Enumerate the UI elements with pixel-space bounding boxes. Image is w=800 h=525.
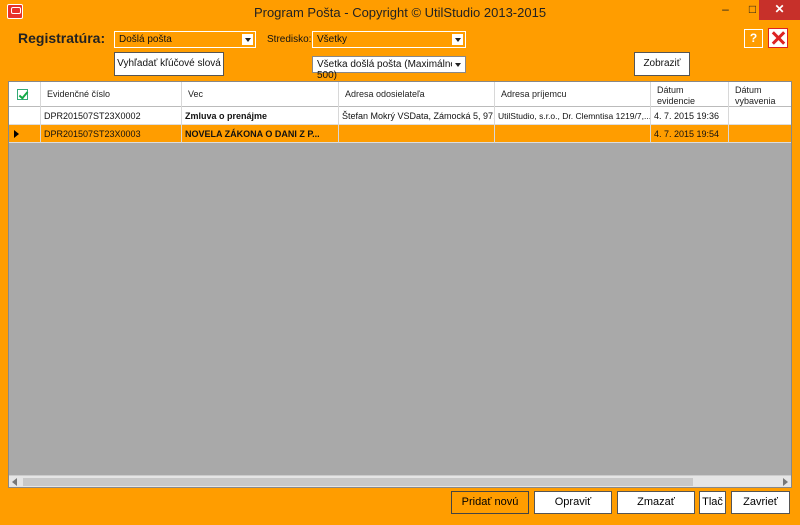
title-bar: Program Pošta - Copyright © UtilStudio 2… — [0, 0, 800, 24]
table-header: Evidenčné číslo Vec Adresa odosielateľa … — [9, 82, 791, 107]
cell-datum-vybavenia — [729, 107, 791, 125]
table-row[interactable]: DPR201507ST23X0002 Zmluva o prenájme Šte… — [9, 107, 791, 125]
close-app-button[interactable] — [768, 28, 788, 48]
close-button[interactable]: Zavrieť — [731, 491, 790, 514]
delete-button[interactable]: Zmazať — [617, 491, 695, 514]
scrollbar-thumb[interactable] — [23, 478, 693, 486]
column-header[interactable]: Vec — [182, 82, 339, 107]
footer-toolbar: Pridať novú Opraviť Zmazať Tlač Zavrieť — [0, 488, 800, 525]
window-title: Program Pošta - Copyright © UtilStudio 2… — [253, 5, 547, 20]
registratura-label: Registratúra: — [18, 30, 106, 46]
edit-button[interactable]: Opraviť — [534, 491, 612, 514]
filter-select[interactable]: Všetka došlá pošta (Maximálne 500) — [312, 56, 466, 81]
stredisko-select[interactable]: Všetky — [312, 31, 466, 48]
column-header[interactable]: Evidenčné číslo — [41, 82, 182, 107]
row-indicator — [9, 107, 41, 125]
column-header[interactable]: Dátum evidencie — [651, 82, 729, 107]
current-row-arrow-icon — [14, 130, 19, 138]
cell-adresa-odosielatela — [339, 125, 495, 143]
cell-vec: NOVELA ZÁKONA O DANI Z P... — [182, 125, 339, 143]
stredisko-value: Všetky — [317, 34, 348, 45]
cell-datum-evidencie: 4. 7. 2015 19:36 — [651, 107, 729, 125]
select-all-header[interactable] — [9, 82, 41, 107]
help-button[interactable]: ? — [744, 29, 763, 48]
column-header[interactable]: Adresa odosielateľa — [339, 82, 495, 107]
cell-vec: Zmluva o prenájme — [182, 107, 339, 125]
column-header[interactable]: Dátum vybavenia — [729, 82, 791, 107]
select-all-checkbox[interactable] — [17, 89, 28, 100]
search-keywords-button[interactable]: Vyhľadať kľúčové slová — [114, 52, 224, 76]
print-button[interactable]: Tlač — [699, 491, 726, 514]
add-new-button[interactable]: Pridať novú — [451, 491, 529, 514]
column-header[interactable]: Adresa príjemcu — [495, 82, 651, 107]
cell-evidencne-cislo: DPR201507ST23X0002 — [41, 107, 182, 125]
scroll-right-icon[interactable] — [783, 478, 788, 486]
minimize-button[interactable]: – — [712, 0, 739, 20]
row-indicator — [9, 125, 41, 143]
cell-adresa-prijemcu: UtilStudio, s.r.o., Dr. Clemntisa 1219/7… — [495, 107, 651, 125]
scroll-left-icon[interactable] — [12, 478, 17, 486]
registratura-value: Došlá pošta — [119, 34, 172, 45]
cell-datum-vybavenia — [729, 125, 791, 143]
chevron-down-icon — [452, 34, 463, 45]
horizontal-scrollbar[interactable] — [9, 475, 791, 487]
close-window-button[interactable]: ✕ — [759, 0, 800, 20]
filter-header: Registratúra: Došlá pošta Stredisko: Vše… — [8, 24, 792, 81]
cell-evidencne-cislo: DPR201507ST23X0003 — [41, 125, 182, 143]
cell-datum-evidencie: 4. 7. 2015 19:54 — [651, 125, 729, 143]
stredisko-label: Stredisko: — [267, 34, 312, 45]
chevron-down-icon — [452, 59, 463, 70]
show-button[interactable]: Zobraziť — [634, 52, 690, 76]
cell-adresa-odosielatela: Štefan Mokrý VSData, Zámocká 5, 97... — [339, 107, 495, 125]
registratura-select[interactable]: Došlá pošta — [114, 31, 256, 48]
chevron-down-icon — [242, 34, 253, 45]
table-row[interactable]: DPR201507ST23X0003 NOVELA ZÁKONA O DANI … — [9, 125, 791, 143]
cell-adresa-prijemcu — [495, 125, 651, 143]
filter-value: Všetka došlá pošta (Maximálne 500) — [317, 59, 456, 81]
mail-table: Evidenčné číslo Vec Adresa odosielateľa … — [8, 81, 792, 488]
